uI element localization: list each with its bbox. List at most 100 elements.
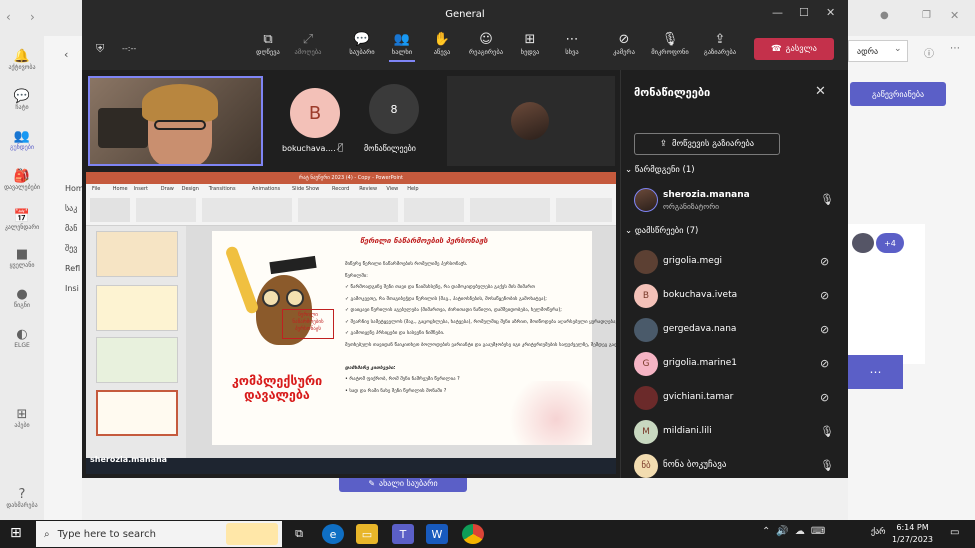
share-invite-button[interactable]: ⇪ მოწვევის გაზიარება xyxy=(634,133,780,155)
camera-off-icon: ⊘ xyxy=(618,32,630,47)
edge-icon[interactable]: e xyxy=(322,524,344,544)
rail-item-bell[interactable]: 🔔 აქტივობა xyxy=(0,40,44,80)
ppt-menu-item[interactable]: Design xyxy=(182,186,199,192)
participant-row[interactable]: Ggrigolia.marine1 ⊘ xyxy=(628,350,840,380)
shield-icon: ⛨ xyxy=(96,42,105,55)
presenters-header[interactable]: ⌄ წარმდგენი (1) xyxy=(625,165,695,175)
toolbar-reaction-button[interactable]: ☺ რეაგირება xyxy=(466,32,506,56)
rail-item-apps[interactable]: ⊞ აპები xyxy=(0,398,44,438)
participant-row[interactable]: Bbokuchava.iveta ⊘ xyxy=(628,282,840,312)
participant-row[interactable]: gergedava.nana ⊘ xyxy=(628,316,840,346)
forward-icon[interactable]: › xyxy=(30,10,35,24)
chrome-icon[interactable] xyxy=(462,524,484,544)
minimize-icon[interactable]: — xyxy=(772,6,783,19)
ppt-menu-item[interactable]: Animations xyxy=(252,186,280,192)
ppt-menu-item[interactable]: View xyxy=(386,186,398,192)
maximize-icon[interactable]: ☐ xyxy=(799,6,809,19)
rail-item-calendar[interactable]: 📅 კალენდარი xyxy=(0,200,44,240)
chevron-down-icon[interactable]: ⌄ xyxy=(894,44,902,54)
participant-row[interactable]: Mmildiani.lili 🎙 xyxy=(628,418,840,448)
system-tray[interactable]: ⌃🔊☁⌨ xyxy=(762,526,831,537)
rail-item-help[interactable]: ? დახმარება xyxy=(0,478,44,518)
windows-start-icon[interactable]: ⊞ xyxy=(10,525,22,541)
close-icon[interactable]: ✕ xyxy=(826,6,835,19)
ppt-menu-item[interactable]: Slide Show xyxy=(292,186,319,192)
attendees-header[interactable]: ⌄ დამსწრეები (7) xyxy=(625,226,698,236)
toolbar-share-button[interactable]: ⇪ გაზიარება xyxy=(700,32,740,56)
participant-tile[interactable] xyxy=(447,76,615,166)
toolbar-mic-off-button[interactable]: 🎙 მიკროფონი xyxy=(650,32,690,56)
channel-list-item[interactable]: საკ xyxy=(65,204,77,213)
toolbar-popout-button[interactable]: ⤢ ამოღება xyxy=(288,32,328,56)
compose-icon: ✎ xyxy=(368,478,376,488)
ppt-menu-item[interactable]: Insert xyxy=(134,186,148,192)
rail-item-mascot[interactable]: ● წიგნი xyxy=(0,278,44,318)
slide-text-line: დამხმარე კითხვები: xyxy=(345,365,396,371)
teams-icon[interactable]: T xyxy=(392,524,414,544)
leave-button[interactable]: ☎ გასვლა xyxy=(754,38,834,60)
toolbar-more-button[interactable]: ⋯ სხვა xyxy=(552,32,592,56)
avatar[interactable]: ● xyxy=(880,10,889,21)
close-icon[interactable]: ✕ xyxy=(815,84,826,99)
chat-icon: 💬 xyxy=(353,32,371,47)
participant-row[interactable]: sherozia.manana ორგანიზატორი 🎙 xyxy=(628,186,840,216)
slide-thumbnail[interactable] xyxy=(96,285,178,331)
more-options-button[interactable]: ⋯ xyxy=(848,355,903,389)
reaction-icon: ☺ xyxy=(479,32,493,47)
restore-icon[interactable]: ❐ xyxy=(922,10,931,21)
toolbar-camera-off-button[interactable]: ⊘ კამერა xyxy=(604,32,644,56)
avatar: G xyxy=(634,352,658,376)
channel-list-item[interactable]: მან xyxy=(65,224,77,233)
slide-thumbnail[interactable] xyxy=(96,337,178,383)
bell-icon: 🔔 xyxy=(13,48,31,64)
participant-row[interactable]: gvichiani.tamar ⊘ xyxy=(628,384,840,414)
rail-item-assignments[interactable]: 🎒 დავალებები xyxy=(0,160,44,200)
rail-item-elge[interactable]: ◐ ELGE xyxy=(0,318,44,358)
taskbar-clock[interactable]: 6:14 PM 1/27/2023 xyxy=(892,522,933,546)
toolbar-raise-hand-button[interactable]: ✋ აწევა xyxy=(422,32,462,56)
rail-item-label: კალენდარი xyxy=(4,223,40,231)
channel-list-item[interactable]: Insi xyxy=(65,284,79,293)
ppt-menu-item[interactable]: File xyxy=(92,186,100,192)
slide-thumbnail[interactable] xyxy=(96,231,178,277)
toolbar-view-button[interactable]: ⊞ ხედვა xyxy=(510,32,550,56)
avatar xyxy=(634,188,658,212)
toolbar-chat-button[interactable]: 💬 საუბარი xyxy=(342,32,382,56)
ppt-menu-item[interactable]: Record xyxy=(332,186,349,192)
mic-off-icon: ⊘ xyxy=(820,255,830,268)
mic-off-icon: ⊘ xyxy=(820,289,830,302)
close-icon[interactable]: ✕ xyxy=(950,9,959,22)
back-chevron-icon[interactable]: ‹ xyxy=(64,48,68,61)
channel-list-item[interactable]: Refl xyxy=(65,264,80,273)
rail-item-label: აპები xyxy=(14,421,30,429)
language-indicator[interactable]: ქარ xyxy=(871,527,886,536)
powerpoint-title: რატ ნაუწერი 2023 (4) - Copy - PowerPoint xyxy=(86,172,616,184)
ppt-menu-item[interactable]: Help xyxy=(407,186,418,192)
ppt-menu-item[interactable]: Draw xyxy=(161,186,174,192)
channel-list-item[interactable]: შევ xyxy=(65,244,77,253)
slide-thumbnail-selected[interactable] xyxy=(96,390,178,436)
participant-row[interactable]: grigolia.megi ⊘ xyxy=(628,248,840,278)
more-icon: ⋯ xyxy=(565,32,579,47)
ppt-menu-item[interactable]: Transitions xyxy=(209,186,236,192)
info-icon[interactable]: ⓘ xyxy=(924,45,934,60)
word-icon[interactable]: W xyxy=(426,524,448,544)
slide-text-line: წერილში: xyxy=(345,273,368,279)
back-icon[interactable]: ‹ xyxy=(6,10,11,24)
participant-count[interactable]: 8 xyxy=(369,84,419,134)
more-icon[interactable]: ⋯ xyxy=(950,43,960,54)
toolbar-people-button[interactable]: 👥 ხალხი xyxy=(382,32,422,62)
participant-row[interactable]: ნბ ნონა ბოკუჩავა 🎙 xyxy=(628,452,840,482)
ppt-menu-item[interactable]: Review xyxy=(359,186,377,192)
file-explorer-icon[interactable]: ▭ xyxy=(356,524,378,544)
toolbar-share-screen-button[interactable]: ⧉ დღწევა xyxy=(248,32,288,56)
ppt-menu-item[interactable]: Home xyxy=(113,186,128,192)
rail-item-chat[interactable]: 💬 ჩატი xyxy=(0,80,44,120)
rail-item-onenote[interactable]: ■ ყველანი xyxy=(0,238,44,278)
join-button[interactable]: გაწევრიანება xyxy=(850,82,946,106)
participant-name: grigolia.marine1 xyxy=(663,358,737,368)
participant-video[interactable] xyxy=(88,76,263,166)
rail-item-teams[interactable]: 👥 გუნდები xyxy=(0,120,44,160)
notification-icon[interactable]: ▭ xyxy=(950,527,959,538)
task-view-icon[interactable]: ⧉ xyxy=(288,524,310,544)
